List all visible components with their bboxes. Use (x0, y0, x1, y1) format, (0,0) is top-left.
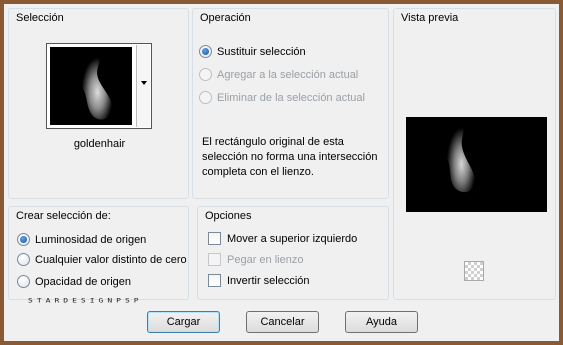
create-selection-from-group: Crear selección de: Luminosidad de orige… (8, 206, 189, 300)
source-dropdown-button[interactable] (136, 45, 150, 127)
hair-strand-thumbnail-image (79, 51, 112, 120)
checkbox-label: Pegar en lienzo (227, 253, 304, 266)
source-image-picker[interactable] (46, 43, 152, 129)
radio-any-nonzero-value[interactable]: Cualquier valor distinto de cero (17, 253, 187, 266)
radio-label: Cualquier valor distinto de cero (35, 253, 187, 266)
checkbox[interactable] (208, 274, 221, 287)
source-name-label: goldenhair (73, 138, 126, 150)
source-thumbnail (50, 47, 132, 125)
checkbox-invert-selection[interactable]: Invertir selección (208, 274, 310, 287)
selection-group-title: Selección (14, 12, 66, 24)
radio-button (199, 91, 212, 104)
help-button[interactable]: Ayuda (345, 311, 418, 333)
radio-label: Eliminar de la selección actual (217, 91, 365, 104)
preview-group-title: Vista previa (399, 12, 461, 24)
radio-label: Agregar a la selección actual (217, 68, 359, 81)
radio-button[interactable] (17, 275, 30, 288)
checkbox (208, 253, 221, 266)
create-selection-group-title: Crear selección de: (14, 210, 113, 222)
radio-remove-from-selection: Eliminar de la selección actual (199, 91, 365, 104)
load-button[interactable]: Cargar (147, 311, 220, 333)
radio-label: Luminosidad de origen (35, 233, 147, 246)
radio-button (199, 68, 212, 81)
radio-source-opacity[interactable]: Opacidad de origen (17, 275, 131, 288)
radio-replace-selection[interactable]: Sustituir selección (199, 45, 306, 58)
options-group: Opciones Mover a superior izquierdo Pega… (197, 206, 389, 300)
intersection-warning-text: El rectángulo original de esta selección… (202, 136, 378, 178)
preview-image (406, 117, 547, 212)
checkbox[interactable] (208, 232, 221, 245)
checkbox-label: Invertir selección (227, 274, 310, 287)
checkbox-paste-on-canvas: Pegar en lienzo (208, 253, 303, 266)
selection-group: Selección goldenhair (8, 8, 189, 199)
watermark-text: STARDESIGNPSP (28, 296, 143, 305)
radio-button[interactable] (17, 233, 30, 246)
operation-group: Operación Sustituir selección Agregar a … (192, 8, 389, 199)
hair-strand-preview-image (445, 119, 475, 193)
preview-group: Vista previa (393, 8, 556, 300)
load-selection-dialog: Selección goldenhair Operación Sustituir… (4, 4, 559, 341)
radio-button[interactable] (17, 253, 30, 266)
radio-add-to-selection: Agregar a la selección actual (199, 68, 358, 81)
options-group-title: Opciones (203, 210, 254, 222)
radio-label: Sustituir selección (217, 45, 306, 58)
checkbox-move-top-left[interactable]: Mover a superior izquierdo (208, 232, 357, 245)
checkbox-label: Mover a superior izquierdo (227, 232, 358, 245)
radio-label: Opacidad de origen (35, 275, 132, 288)
dropdown-arrow-icon (141, 81, 147, 85)
radio-button[interactable] (199, 45, 212, 58)
radio-source-luminance[interactable]: Luminosidad de origen (17, 233, 146, 246)
cancel-button[interactable]: Cancelar (246, 311, 319, 333)
transparency-checker-icon[interactable] (464, 261, 484, 281)
operation-group-title: Operación (198, 12, 253, 24)
